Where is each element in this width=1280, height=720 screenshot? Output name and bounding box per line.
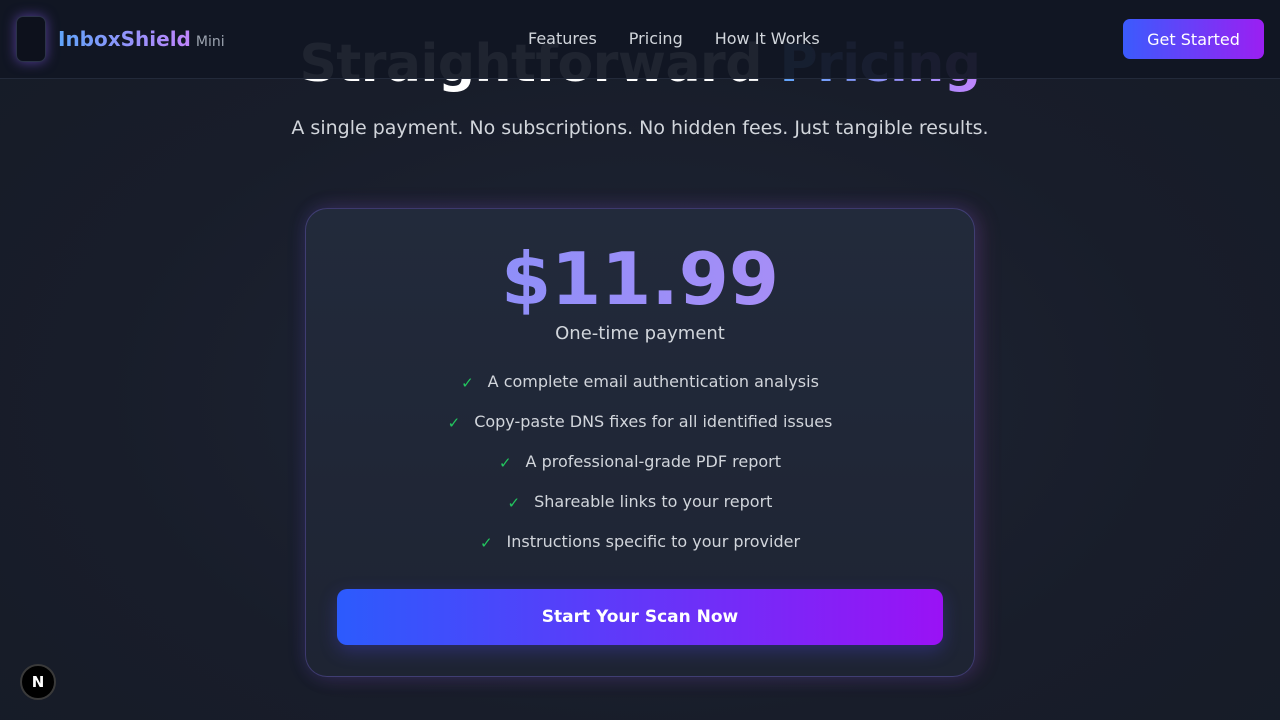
feature-label: A complete email authentication analysis xyxy=(487,372,819,391)
hero-subtitle: A single payment. No subscriptions. No h… xyxy=(291,117,989,139)
site-header: InboxShield Mini Features Pricing How It… xyxy=(0,0,1280,79)
payment-note: One-time payment xyxy=(555,323,725,344)
brand-logo[interactable]: InboxShield Mini xyxy=(16,16,225,62)
feature-item: ✓ A professional-grade PDF report xyxy=(306,452,974,492)
feature-label: Copy-paste DNS fixes for all identified … xyxy=(474,412,833,431)
feature-item: ✓ A complete email authentication analysi… xyxy=(306,372,974,412)
nav-link-how-it-works[interactable]: How It Works xyxy=(715,29,820,48)
price: $11.99 xyxy=(306,237,974,321)
check-icon: ✓ xyxy=(507,494,521,512)
pricing-card: $11.99 One-time payment ✓ A complete emai… xyxy=(305,208,975,677)
feature-label: Instructions specific to your provider xyxy=(506,532,801,551)
feature-item: ✓ Copy-paste DNS fixes for all identified… xyxy=(306,412,974,452)
nav-link-pricing[interactable]: Pricing xyxy=(629,29,683,48)
feature-list: ✓ A complete email authentication analysi… xyxy=(306,372,974,572)
check-icon: ✓ xyxy=(498,454,512,472)
check-icon: ✓ xyxy=(447,414,461,432)
feature-label: Shareable links to your report xyxy=(534,492,773,511)
logo-icon xyxy=(16,16,46,62)
start-scan-button[interactable]: Start Your Scan Now xyxy=(337,589,943,645)
feature-label: A professional-grade PDF report xyxy=(525,452,782,471)
brand-name: InboxShield xyxy=(58,27,191,51)
feature-item: ✓ Shareable links to your report xyxy=(306,492,974,532)
brand-suffix: Mini xyxy=(195,34,225,50)
feature-item: ✓ Instructions specific to your provider xyxy=(306,532,974,572)
nav-link-features[interactable]: Features xyxy=(528,29,597,48)
check-icon: ✓ xyxy=(479,534,493,552)
dev-tools-badge[interactable]: N xyxy=(20,664,56,700)
get-started-button[interactable]: Get Started xyxy=(1123,19,1264,59)
check-icon: ✓ xyxy=(461,374,474,392)
main-nav: Features Pricing How It Works xyxy=(528,29,852,48)
